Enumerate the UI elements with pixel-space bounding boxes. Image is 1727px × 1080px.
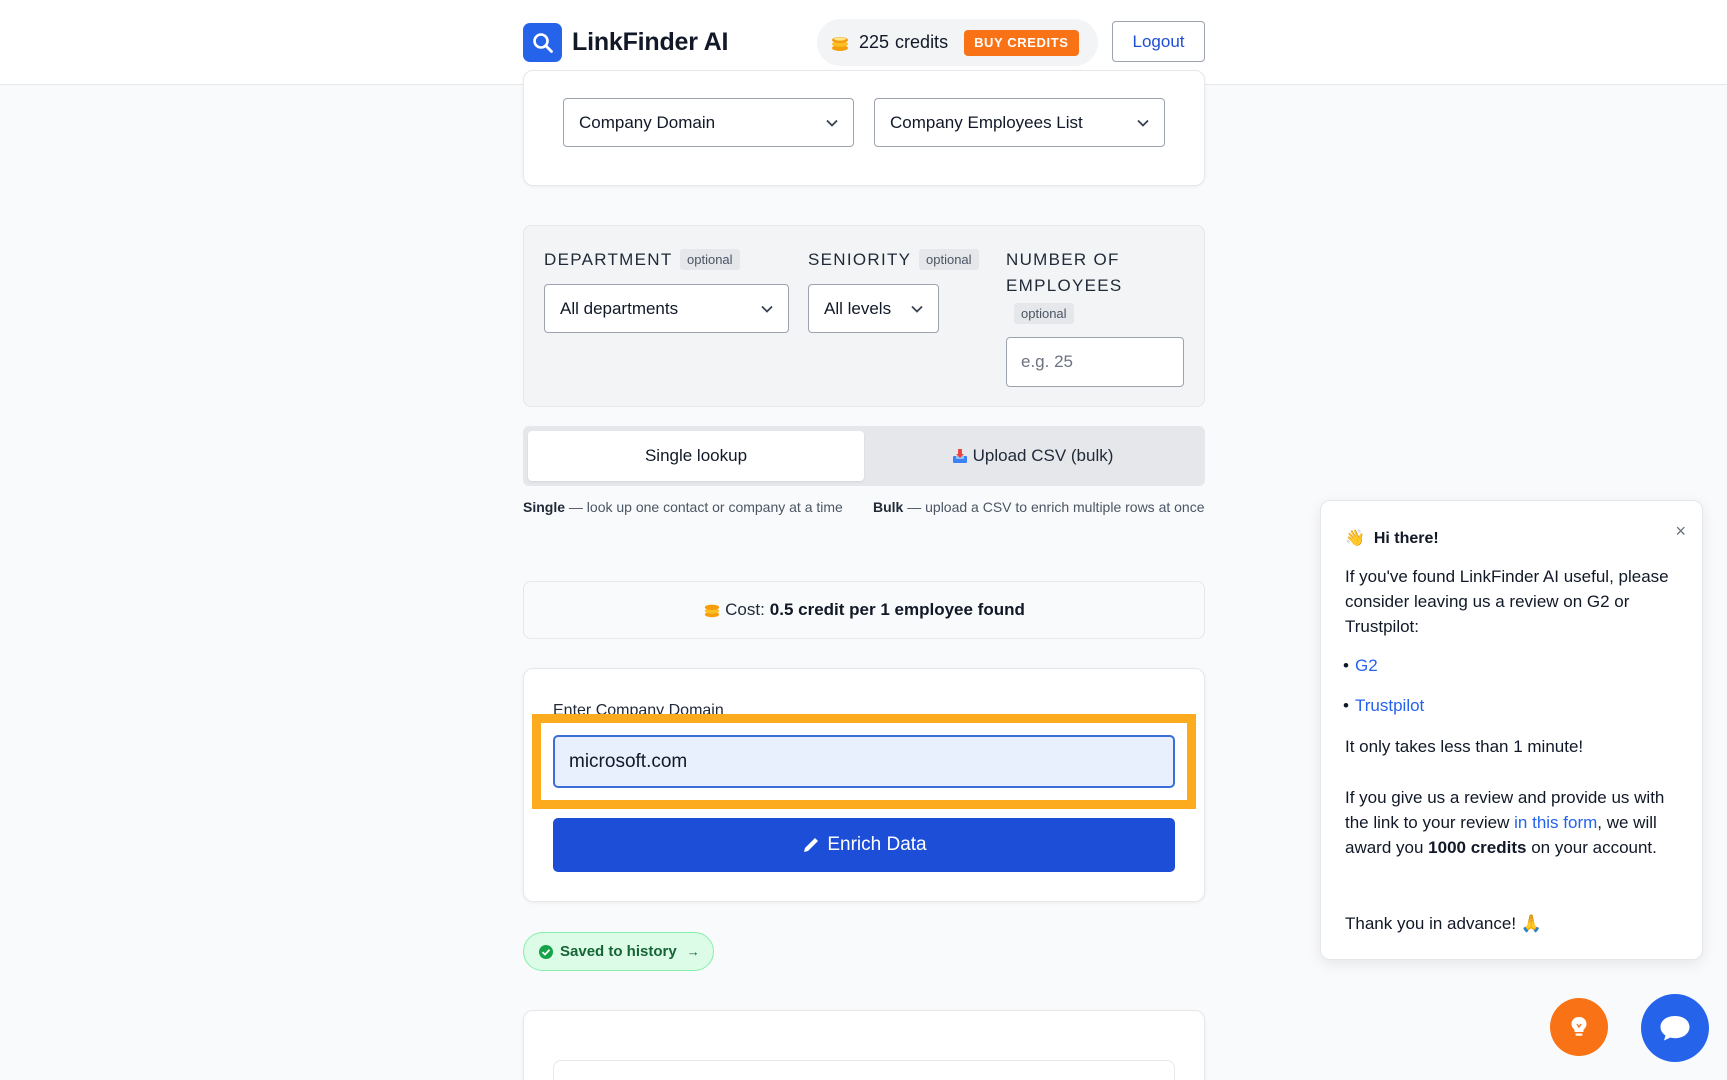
seniority-select[interactable]: All levels <box>808 284 939 333</box>
tips-button[interactable] <box>1550 998 1608 1056</box>
filters-card: DEPARTMENT optional All departments SENI… <box>523 225 1205 407</box>
lightbulb-icon <box>1571 1017 1587 1036</box>
award-credits: 1000 credits <box>1428 838 1527 857</box>
popup-title-text: Hi there! <box>1373 530 1439 547</box>
results-inner-box <box>553 1060 1175 1080</box>
cost-info: Cost: 0.5 credit per 1 employee found <box>523 581 1205 639</box>
credits-count: 225 <box>859 32 890 52</box>
enrich-data-button[interactable]: Enrich Data <box>553 818 1175 872</box>
single-desc-text: — look up one contact or company at a ti… <box>565 499 843 515</box>
trustpilot-link[interactable]: Trustpilot <box>1343 696 1424 716</box>
bulk-description: Bulk — upload a CSV to enrich multiple r… <box>873 496 1205 519</box>
tab-upload-csv-label: Upload CSV (bulk) <box>972 446 1114 465</box>
chevron-down-icon <box>761 305 773 313</box>
company-domain-input[interactable] <box>553 735 1175 788</box>
saved-to-history-link[interactable]: Saved to history → <box>523 932 714 971</box>
employees-label-line1: NUMBER OF <box>1006 250 1120 269</box>
chat-button[interactable] <box>1641 994 1709 1062</box>
pencil-icon <box>804 838 819 852</box>
employees-count-input[interactable] <box>1006 337 1184 387</box>
output-type-value: Company Employees List <box>890 112 1083 132</box>
popup-intro: If you've found LinkFinder AI useful, pl… <box>1345 567 1669 636</box>
popup-title: 👋 Hi there! <box>1345 528 1439 548</box>
employees-label-line2: EMPLOYEES <box>1006 276 1123 295</box>
optional-badge: optional <box>680 249 740 270</box>
g2-link[interactable]: G2 <box>1343 656 1378 676</box>
single-desc-bold: Single <box>523 499 566 515</box>
department-value: All departments <box>560 298 679 318</box>
popup-award-text: If you give us a review and provide us w… <box>1345 785 1685 860</box>
enrich-data-label: Enrich Data <box>827 834 927 855</box>
seniority-value: All levels <box>824 298 892 318</box>
bulk-desc-text: — upload a CSV to enrich multiple rows a… <box>903 499 1205 515</box>
award-text-3: on your account. <box>1526 838 1657 857</box>
input-type-select[interactable]: Company Domain <box>563 98 854 147</box>
output-type-select[interactable]: Company Employees List <box>874 98 1165 147</box>
search-icon <box>523 23 562 62</box>
bulk-desc-bold: Bulk <box>873 499 904 515</box>
chevron-down-icon <box>826 119 838 127</box>
popup-minute-text: It only takes less than 1 minute! <box>1345 737 1584 756</box>
tab-upload-csv[interactable]: Upload CSV (bulk) <box>864 431 1200 481</box>
source-card: Company Domain Company Employees List <box>523 70 1205 186</box>
coins-icon <box>829 32 851 54</box>
brand[interactable]: LinkFinder AI <box>523 23 728 62</box>
popup-thanks: Thank you in advance! 🙏 <box>1345 914 1542 933</box>
seniority-label: SENIORITY <box>808 250 912 269</box>
brand-name: LinkFinder AI <box>572 28 729 56</box>
check-circle-icon <box>539 944 553 959</box>
saved-label: Saved to history <box>560 943 677 960</box>
arrow-right-icon: → <box>686 944 700 959</box>
department-label: DEPARTMENT <box>544 250 673 269</box>
close-icon[interactable]: × <box>1675 521 1686 542</box>
review-form-link[interactable]: in this form <box>1514 813 1597 832</box>
credits-label: credits <box>895 32 949 52</box>
credits-pill: 225 credits BUY CREDITS <box>817 19 1098 66</box>
chat-bubble-icon <box>1660 1016 1690 1041</box>
single-description: Single — look up one contact or company … <box>523 496 853 519</box>
logout-button[interactable]: Logout <box>1112 21 1205 62</box>
coins-icon <box>704 604 720 618</box>
buy-credits-button[interactable]: BUY CREDITS <box>964 29 1079 56</box>
waving-hand-icon: 👋 <box>1345 530 1365 547</box>
lookup-mode-tabs: Single lookup Upload CSV (bulk) <box>523 426 1205 486</box>
chevron-down-icon <box>911 305 923 313</box>
results-card <box>523 1010 1205 1080</box>
tab-single-lookup[interactable]: Single lookup <box>528 431 864 481</box>
optional-badge: optional <box>919 249 979 270</box>
chevron-down-icon <box>1137 119 1149 127</box>
cost-value: 0.5 credit per 1 employee found <box>769 600 1025 619</box>
inbox-tray-icon <box>952 449 967 463</box>
cost-label: Cost: <box>725 600 765 619</box>
input-type-value: Company Domain <box>579 112 716 132</box>
optional-badge: optional <box>1014 303 1074 324</box>
department-select[interactable]: All departments <box>544 284 789 333</box>
review-popup: × 👋 Hi there! If you've found LinkFinder… <box>1320 500 1703 960</box>
